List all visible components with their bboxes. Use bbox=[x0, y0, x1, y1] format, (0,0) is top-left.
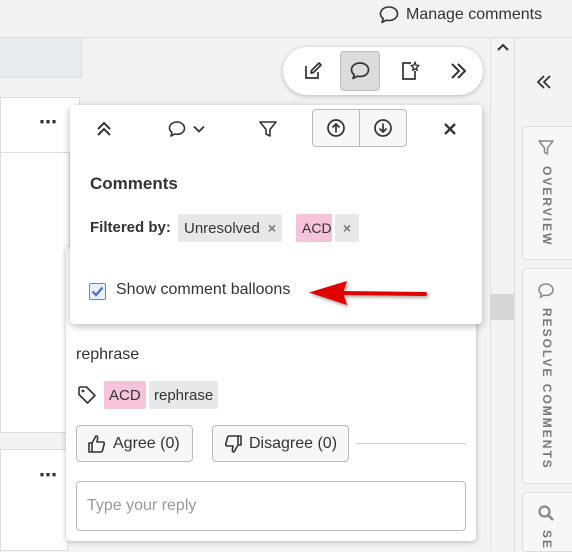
more-options-icon[interactable]: ⋯ bbox=[39, 465, 58, 486]
arrow-up-circle-icon bbox=[326, 118, 346, 138]
edit-icon bbox=[302, 60, 324, 82]
filter-chip-unresolved: Unresolved × bbox=[178, 214, 283, 242]
suggest-icon bbox=[399, 60, 421, 82]
close-button[interactable] bbox=[439, 118, 461, 140]
next-comment-button[interactable] bbox=[360, 110, 406, 146]
tab-overview-label: OVERVIEW bbox=[540, 166, 554, 247]
comment-text: rephrase bbox=[76, 346, 140, 363]
document-header-strip bbox=[0, 38, 82, 78]
manage-comments-label: Manage comments bbox=[406, 6, 543, 23]
thumbs-down-icon bbox=[223, 434, 243, 454]
manage-comments-button[interactable]: Manage comments bbox=[378, 4, 542, 26]
suggest-button[interactable] bbox=[390, 51, 430, 91]
filter-chip-label: Unresolved bbox=[184, 219, 260, 237]
edit-button[interactable] bbox=[293, 51, 333, 91]
disagree-label: Disagree (0) bbox=[249, 434, 338, 452]
filter-label: Filtered by: bbox=[90, 219, 171, 236]
navigation-group bbox=[312, 109, 407, 147]
filter-chip-acd: ACD bbox=[296, 214, 332, 242]
comment-icon bbox=[167, 120, 187, 138]
remove-filter-icon[interactable]: × bbox=[343, 220, 351, 236]
previous-comment-button[interactable] bbox=[313, 110, 360, 146]
top-bar: Manage comments bbox=[0, 0, 572, 38]
disagree-button[interactable]: Disagree (0) bbox=[212, 425, 349, 462]
double-chevron-up-icon bbox=[95, 120, 113, 138]
checkmark-icon bbox=[91, 286, 104, 297]
expand-button[interactable] bbox=[438, 51, 478, 91]
comment-icon bbox=[537, 282, 555, 300]
comments-toggle-button[interactable] bbox=[340, 51, 380, 91]
show-balloons-label: Show comment balloons bbox=[116, 281, 291, 298]
floating-toolbar bbox=[283, 47, 483, 95]
scrollbar-thumb[interactable] bbox=[490, 294, 514, 320]
comment-type-dropdown[interactable] bbox=[160, 118, 212, 140]
filter-icon bbox=[258, 119, 278, 139]
thumbs-up-icon bbox=[87, 434, 107, 454]
collapse-sidebar-icon[interactable] bbox=[535, 74, 553, 90]
arrow-down-circle-icon bbox=[373, 118, 393, 138]
filter-chip-label: ACD bbox=[302, 220, 332, 236]
show-balloons-checkbox[interactable] bbox=[89, 283, 106, 300]
agree-label: Agree (0) bbox=[113, 434, 180, 452]
collapse-all-button[interactable] bbox=[92, 118, 116, 140]
divider bbox=[356, 443, 466, 444]
panel-title: Comments bbox=[90, 174, 178, 193]
scroll-up-icon[interactable] bbox=[496, 42, 510, 52]
remove-filter-icon[interactable]: × bbox=[268, 220, 276, 236]
document-block bbox=[0, 153, 70, 433]
search-icon bbox=[537, 504, 555, 522]
tag-chip-rephrase: rephrase bbox=[149, 381, 219, 409]
reply-input[interactable] bbox=[76, 481, 466, 531]
close-icon bbox=[443, 122, 457, 136]
tag-chip-acd: ACD bbox=[104, 381, 146, 409]
filter-icon bbox=[537, 139, 555, 157]
tab-search-label: SE bbox=[540, 530, 554, 551]
tab-resolve-comments-label: RESOLVE COMMENTS bbox=[540, 308, 554, 470]
expand-icon bbox=[447, 60, 469, 82]
filter-button[interactable] bbox=[256, 117, 280, 141]
filter-chip-acd-remove[interactable]: × bbox=[335, 214, 359, 242]
comment-icon bbox=[349, 60, 371, 82]
agree-button[interactable]: Agree (0) bbox=[76, 425, 193, 462]
tag-icon bbox=[77, 385, 97, 405]
more-options-icon[interactable]: ⋯ bbox=[39, 112, 58, 133]
comment-icon bbox=[378, 5, 400, 25]
chevron-down-icon bbox=[193, 125, 205, 133]
annotation-arrow bbox=[305, 278, 430, 312]
